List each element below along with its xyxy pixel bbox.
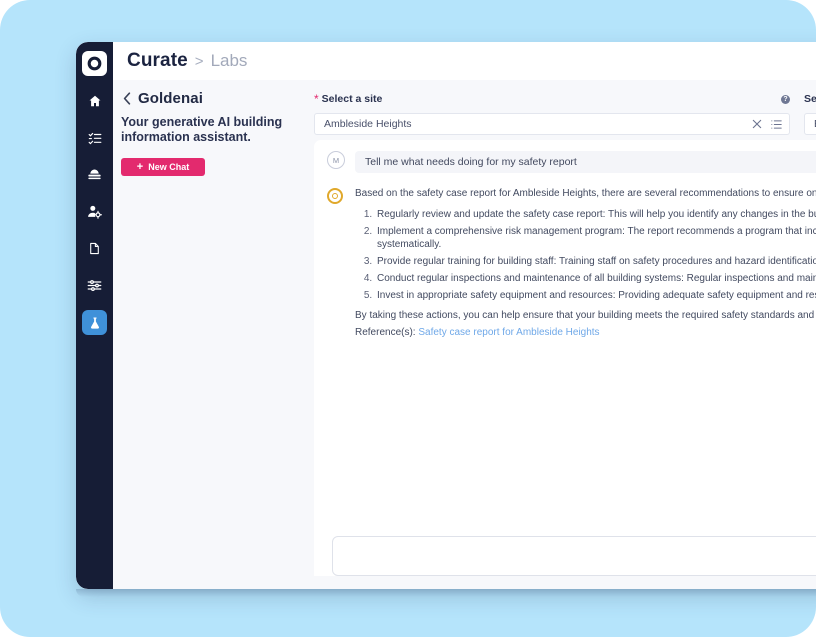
ai-recommendation-list: Regularly review and update the safety c… xyxy=(355,208,816,303)
site-label: Select a site xyxy=(321,93,383,105)
window-shadow xyxy=(76,589,816,597)
new-chat-label: New Chat xyxy=(148,162,190,172)
chat-input[interactable] xyxy=(332,536,816,576)
list-item-text: Implement a comprehensive risk managemen… xyxy=(377,225,816,251)
ai-message-body: Based on the safety case report for Ambl… xyxy=(355,187,816,340)
sidebar-item-home[interactable] xyxy=(82,88,107,113)
sidebar-item-site-safety[interactable] xyxy=(82,162,107,187)
reference-label: Reference(s): xyxy=(355,327,416,338)
list-item: Invest in appropriate safety equipment a… xyxy=(375,289,816,303)
sidebar-item-settings[interactable] xyxy=(82,273,107,298)
list-item-text: Regularly review and update the safety c… xyxy=(377,208,816,220)
tool-panel-subtitle: Your generative AI building information … xyxy=(121,115,283,144)
help-icon[interactable]: ? xyxy=(781,94,790,104)
sidebar-item-user-settings[interactable] xyxy=(82,199,107,224)
list-icon[interactable] xyxy=(770,118,783,131)
page-background: Curate > Labs Goldenai Your generative A… xyxy=(0,0,816,637)
ai-message-intro: Based on the safety case report for Ambl… xyxy=(355,188,816,199)
site-label-row: * Select a site ? xyxy=(314,92,790,106)
plus-icon: + xyxy=(136,160,144,173)
sidebar-item-labs[interactable] xyxy=(82,310,107,335)
icon-rail xyxy=(76,42,113,589)
block-selector-group: Select Bloc xyxy=(804,92,816,135)
site-input[interactable]: Ambleside Heights xyxy=(314,113,790,135)
body-area: Goldenai Your generative AI building inf… xyxy=(113,80,816,589)
target-icon xyxy=(327,188,343,204)
list-item: Implement a comprehensive risk managemen… xyxy=(375,225,816,252)
content-region: * Select a site ? Ambleside Heights Se M… xyxy=(301,80,816,589)
list-item-text: Provide regular training for building st… xyxy=(377,256,816,267)
block-label: Select xyxy=(804,93,816,105)
ai-message-reference: Reference(s): Safety case report for Amb… xyxy=(355,326,816,340)
list-item-text: Conduct regular inspections and maintena… xyxy=(377,273,816,284)
site-selector-group: * Select a site ? Ambleside Heights xyxy=(314,92,790,135)
tool-panel-header: Goldenai xyxy=(113,80,301,107)
chat-message-user: M Tell me what needs doing for my safety… xyxy=(314,151,816,173)
tool-panel: Goldenai Your generative AI building inf… xyxy=(113,80,301,589)
chat-message-ai: Based on the safety case report for Ambl… xyxy=(314,187,816,340)
page-title: Goldenai xyxy=(138,90,203,107)
reference-link[interactable]: Safety case report for Ambleside Heights xyxy=(418,327,599,338)
new-chat-button[interactable]: + New Chat xyxy=(121,158,205,176)
sidebar-item-documents[interactable] xyxy=(82,236,107,261)
breadcrumb-leaf[interactable]: Labs xyxy=(211,51,248,71)
chevron-left-icon[interactable] xyxy=(120,91,134,107)
ai-message-outro: By taking these actions, you can help en… xyxy=(355,309,816,321)
list-item: Regularly review and update the safety c… xyxy=(375,208,816,222)
block-input[interactable]: Bloc xyxy=(804,113,816,135)
close-icon[interactable] xyxy=(750,118,763,131)
breadcrumb-root[interactable]: Curate xyxy=(127,50,188,72)
avatar: M xyxy=(327,151,345,169)
chat-scroll-area[interactable]: M Tell me what needs doing for my safety… xyxy=(314,140,816,528)
chat-card: M Tell me what needs doing for my safety… xyxy=(314,140,816,576)
app-window: Curate > Labs Goldenai Your generative A… xyxy=(76,42,816,589)
list-item: Conduct regular inspections and maintena… xyxy=(375,272,816,286)
sidebar-item-tasks[interactable] xyxy=(82,125,107,150)
breadcrumb-separator: > xyxy=(194,52,204,70)
site-input-value: Ambleside Heights xyxy=(324,118,412,130)
block-label-row: Select xyxy=(804,92,816,106)
breadcrumb: Curate > Labs xyxy=(113,42,816,80)
ring-logo-icon[interactable] xyxy=(82,51,107,76)
list-item: Provide regular training for building st… xyxy=(375,255,816,269)
list-item-text: Invest in appropriate safety equipment a… xyxy=(377,290,816,301)
user-message-text: Tell me what needs doing for my safety r… xyxy=(355,151,816,173)
required-marker: * xyxy=(314,92,319,106)
